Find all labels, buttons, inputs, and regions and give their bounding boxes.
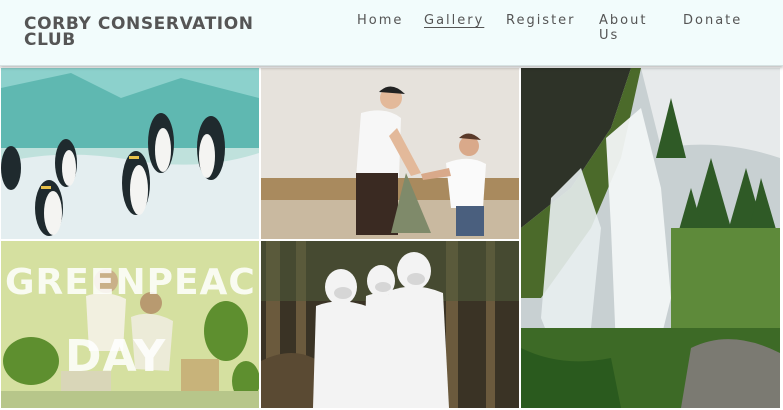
nav-donate-link[interactable]: Donate: [683, 13, 742, 28]
nav-home-link[interactable]: Home: [357, 13, 403, 28]
gallery-image-cleanup[interactable]: [261, 68, 519, 239]
protective-suits-image: [261, 241, 519, 408]
nav-register-link[interactable]: Register: [506, 13, 576, 28]
gallery-grid: GREENPEACE DAY: [0, 66, 783, 410]
nav-gallery-link[interactable]: Gallery: [424, 13, 484, 28]
penguins-image: [1, 68, 259, 239]
gallery-image-protective-suits[interactable]: [261, 241, 519, 408]
nav-about-us-link[interactable]: About Us: [599, 13, 665, 43]
main-nav: Home Gallery Register About Us Donate: [0, 13, 783, 53]
gallery-image-greenpeace-day[interactable]: GREENPEACE DAY: [1, 241, 259, 408]
gallery-image-waterfall[interactable]: [521, 68, 780, 408]
cleanup-image: [261, 68, 519, 239]
greenpeace-overlay-line2: DAY: [65, 331, 167, 382]
gallery-image-penguins[interactable]: [1, 68, 259, 239]
site-header: CORBY CONSERVATION CLUB Home Gallery Reg…: [0, 0, 783, 66]
greenpeace-overlay-line1: GREENPEACE: [5, 262, 259, 303]
waterfall-image: [521, 68, 780, 408]
